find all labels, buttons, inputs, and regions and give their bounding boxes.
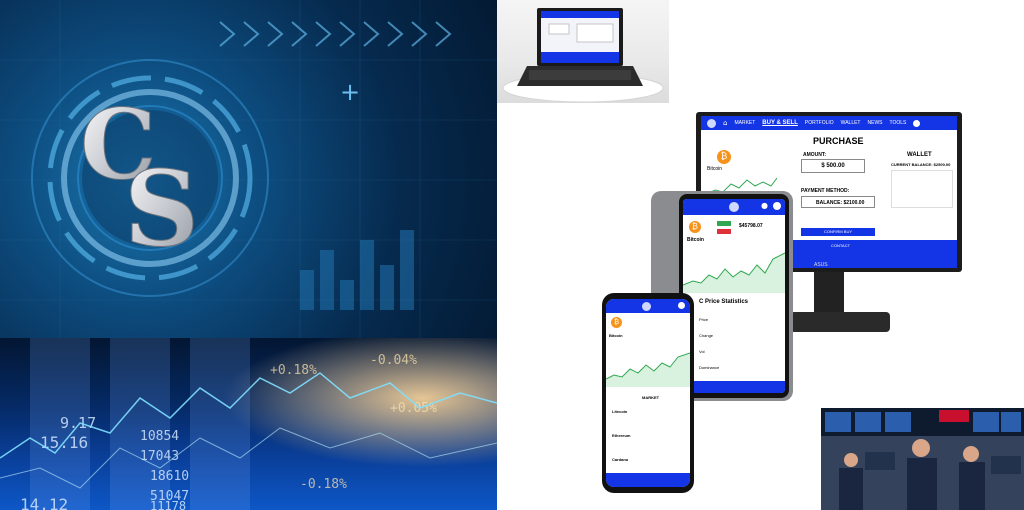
stat-label: Change xyxy=(699,333,714,338)
phone-screen: ₿ Bitcoin MARKET Litecoin Ethereum Carda… xyxy=(606,299,690,487)
cs-logo-icon xyxy=(729,202,739,212)
nav-portfolio[interactable]: PORTFOLIO xyxy=(805,120,834,126)
trading-floor-photo xyxy=(821,408,1024,510)
plus-icon: + xyxy=(340,78,360,106)
ticker-number: 9.17 xyxy=(60,414,96,432)
laptop-photo xyxy=(497,0,669,103)
ticker-number: 11178 xyxy=(150,499,186,510)
market-data-panel: 10854 17043 18610 51047 11178 14.12 15.1… xyxy=(0,338,497,510)
nav-market[interactable]: MARKET xyxy=(734,120,755,126)
sell-button[interactable] xyxy=(717,229,731,234)
cs-logo-icon xyxy=(642,302,651,311)
coin-row-ethereum[interactable]: Ethereum xyxy=(612,433,630,438)
tablet-price-chart xyxy=(683,252,785,293)
tablet-coin-price: $45798.07 xyxy=(739,223,763,229)
ticker-change: -0.04% xyxy=(370,353,417,368)
purchase-title: PURCHASE xyxy=(813,136,864,146)
footer-contact[interactable]: CONTACT xyxy=(831,243,850,248)
stat-label: Dominance xyxy=(699,365,720,370)
ticker-number: 17043 xyxy=(140,449,179,464)
trading-floor-graphic xyxy=(821,408,1024,510)
ticker-change: -0.18% xyxy=(300,477,347,492)
bitcoin-icon: ₿ xyxy=(717,150,731,164)
market-data-graphic: 10854 17043 18610 51047 11178 14.12 15.1… xyxy=(0,338,497,510)
tablet-navbar: ● xyxy=(683,199,785,215)
phone-market-label: MARKET xyxy=(642,395,660,400)
payment-method-label: PAYMENT METHOD: xyxy=(801,188,850,194)
buy-button[interactable] xyxy=(717,221,731,226)
user-avatar-icon[interactable] xyxy=(913,119,921,127)
stats-title: C Price Statistics xyxy=(699,299,749,305)
nav-buy-sell[interactable]: BUY & SELL xyxy=(762,120,798,126)
coin-row-litecoin[interactable]: Litecoin xyxy=(612,409,627,414)
logo-panel: + C S xyxy=(0,0,497,338)
nav-news[interactable]: NEWS xyxy=(868,120,883,126)
cs-logo-icon xyxy=(707,118,716,128)
logo-background-graphic: + C S xyxy=(0,0,497,338)
phone-bottom-nav xyxy=(606,473,690,487)
tablet-bottom-nav xyxy=(683,381,785,393)
nav-wallet[interactable]: WALLET xyxy=(841,120,861,126)
phone-navbar xyxy=(606,299,690,313)
phone-coin-name: Bitcoin xyxy=(609,333,623,338)
monitor-base xyxy=(790,312,890,332)
ticker-number: 10854 xyxy=(140,429,179,444)
confirm-buy-button[interactable]: CONFIRM BUY xyxy=(801,228,875,236)
monitor-brand: ASUS xyxy=(814,262,828,268)
coin-row-cardano[interactable]: Cardano xyxy=(612,457,628,462)
laptop-graphic xyxy=(502,8,664,103)
amount-input[interactable]: $ 500.00 xyxy=(801,159,865,173)
ticker-number: 14.12 xyxy=(20,495,68,510)
ticker-change: +0.18% xyxy=(270,363,317,378)
stat-label: Price xyxy=(699,317,709,322)
current-balance: CURRENT BALANCE: $2500.00 xyxy=(891,162,951,167)
phone-device: ₿ Bitcoin MARKET Litecoin Ethereum Carda… xyxy=(602,293,694,493)
user-avatar-icon[interactable] xyxy=(773,202,781,210)
logo-letter-s: S xyxy=(124,147,199,270)
bell-icon[interactable]: ● xyxy=(761,201,768,210)
monitor-stand xyxy=(814,272,844,316)
bitcoin-icon: ₿ xyxy=(689,221,701,233)
nav-tools[interactable]: TOOLS xyxy=(890,120,907,126)
tablet-screen: ● ₿ Bitcoin $45798.07 C Price Statistics… xyxy=(683,199,785,393)
ticker-number: 18610 xyxy=(150,469,189,484)
wallet-title: WALLET xyxy=(907,152,932,158)
stat-label: Vol xyxy=(699,349,705,354)
amount-label: AMOUNT: xyxy=(803,152,827,158)
home-icon[interactable]: ⌂ xyxy=(723,119,727,127)
phone-price-chart xyxy=(606,352,690,387)
user-avatar-icon[interactable] xyxy=(678,302,685,309)
payment-select[interactable]: BALANCE: $2100.00 xyxy=(801,196,875,208)
exchange-sign xyxy=(939,410,969,422)
monitor-navbar: ⌂ MARKET BUY & SELL PORTFOLIO WALLET NEW… xyxy=(701,116,957,130)
bitcoin-icon: ₿ xyxy=(611,317,622,328)
tablet-coin-name: Bitcoin xyxy=(687,237,704,243)
arrow-pattern xyxy=(219,21,452,47)
wallet-table xyxy=(891,170,953,208)
